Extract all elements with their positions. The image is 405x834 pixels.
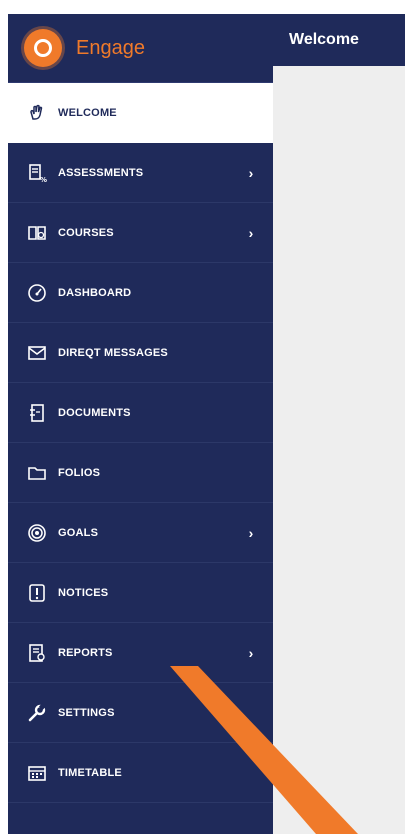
sidebar-item-settings[interactable]: SETTINGS — [8, 683, 273, 743]
sidebar-item-label: NOTICES — [58, 586, 109, 599]
sidebar-item-assessments[interactable]: % ASSESSMENTS › — [8, 143, 273, 203]
hand-wave-icon — [26, 102, 48, 124]
notice-icon — [26, 582, 48, 604]
document-icon — [26, 402, 48, 424]
app-frame: Engage WELCOME % ASSESSMENTS › COURSES › — [8, 14, 405, 834]
sidebar-item-label: DASHBOARD — [58, 286, 132, 299]
gauge-icon — [26, 282, 48, 304]
sidebar: Engage WELCOME % ASSESSMENTS › COURSES › — [8, 14, 273, 834]
report-icon — [26, 642, 48, 664]
svg-text:%: % — [40, 176, 47, 183]
sidebar-item-label: ASSESSMENTS — [58, 166, 144, 179]
assessment-icon: % — [26, 162, 48, 184]
wrench-icon — [26, 702, 48, 724]
sidebar-item-timetable[interactable]: TIMETABLE — [8, 743, 273, 803]
sidebar-item-label: DOCUMENTS — [58, 406, 131, 419]
sidebar-item-notices[interactable]: NOTICES — [8, 563, 273, 623]
sidebar-item-goals[interactable]: GOALS › — [8, 503, 273, 563]
chevron-right-icon: › — [248, 524, 254, 541]
mail-icon — [26, 342, 48, 364]
sidebar-item-label: WELCOME — [58, 107, 117, 119]
chevron-right-icon: › — [248, 224, 254, 241]
chevron-right-icon: › — [248, 644, 254, 661]
page-title-bar: Welcome — [273, 14, 405, 66]
target-icon — [26, 522, 48, 544]
page-title: Welcome — [289, 31, 359, 48]
chevron-right-icon: › — [248, 164, 254, 181]
sidebar-item-welcome[interactable]: WELCOME — [8, 83, 273, 143]
sidebar-item-label: TIMETABLE — [58, 766, 122, 779]
brand-name: Engage — [76, 36, 145, 59]
sidebar-item-label: GOALS — [58, 526, 99, 539]
engage-logo-icon — [24, 29, 62, 67]
sidebar-item-direqt-messages[interactable]: DIREQT MESSAGES — [8, 323, 273, 383]
sidebar-item-label: COURSES — [58, 226, 114, 239]
sidebar-item-dashboard[interactable]: DASHBOARD — [8, 263, 273, 323]
main-content — [273, 66, 405, 834]
sidebar-item-folios[interactable]: FOLIOS — [8, 443, 273, 503]
sidebar-item-documents[interactable]: DOCUMENTS — [8, 383, 273, 443]
sidebar-item-label: FOLIOS — [58, 466, 101, 479]
sidebar-item-label: DIREQT MESSAGES — [58, 346, 168, 359]
sidebar-item-reports[interactable]: REPORTS › — [8, 623, 273, 683]
folder-icon — [26, 462, 48, 484]
book-icon — [26, 222, 48, 244]
calendar-icon — [26, 762, 48, 784]
brand[interactable]: Engage — [8, 14, 273, 83]
sidebar-item-label: SETTINGS — [58, 706, 115, 719]
sidebar-item-courses[interactable]: COURSES › — [8, 203, 273, 263]
sidebar-item-label: REPORTS — [58, 646, 113, 659]
